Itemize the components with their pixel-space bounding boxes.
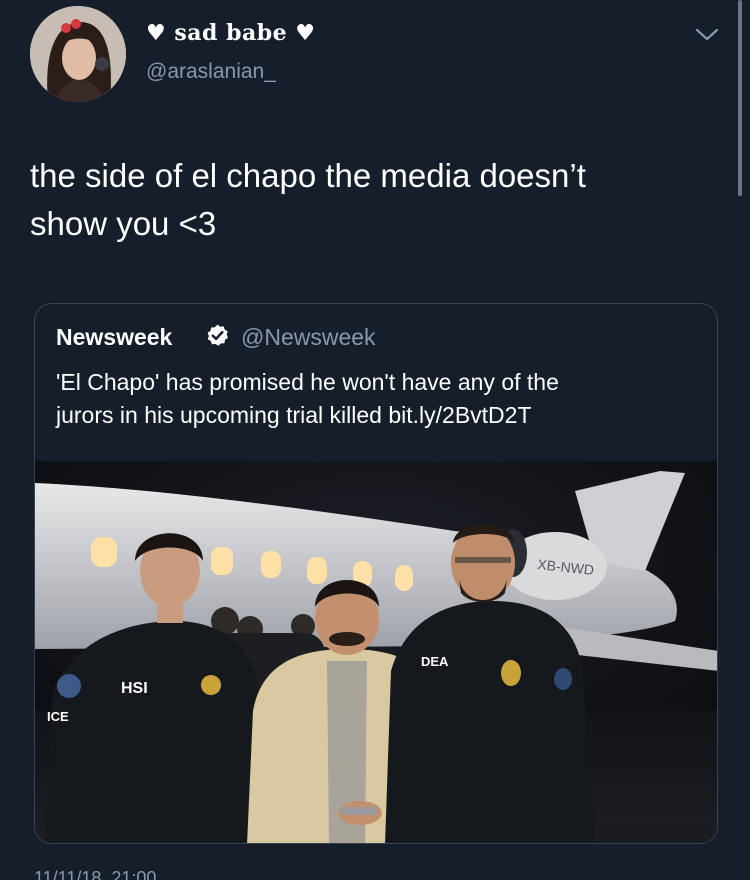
quoted-tweet-card[interactable]: Newsweek @Newsweek 'El Chapo' has promis…: [34, 303, 718, 844]
dea-label: DEA: [421, 654, 449, 669]
tweet-text-line: the side of el chapo the media doesn’t: [30, 157, 586, 194]
avatar[interactable]: [30, 6, 126, 102]
quoted-account-handle[interactable]: @Newsweek: [241, 324, 376, 351]
quoted-account-name[interactable]: Newsweek: [56, 324, 172, 351]
timestamp: 11/11/18, 21:00: [34, 868, 157, 880]
verified-badge-icon: [207, 324, 228, 346]
tweet-text: the side of el chapo the media doesn’t s…: [30, 152, 720, 248]
tweet-screen: ♥ sad babe ♥ @araslanian_ the side of el…: [0, 0, 750, 880]
quoted-text-line: jurors in his upcoming trial killed bit.…: [56, 402, 532, 428]
tweet-photo[interactable]: XB-NWD HSI ICE DEA: [35, 461, 717, 843]
hsi-label: HSI: [121, 680, 148, 697]
user-handle[interactable]: @araslanian_: [146, 60, 276, 84]
quoted-text-line: 'El Chapo' has promised he won't have an…: [56, 369, 559, 395]
scrollbar[interactable]: [738, 0, 742, 196]
ice-label: ICE: [47, 709, 69, 724]
quoted-tweet-text: 'El Chapo' has promised he won't have an…: [56, 366, 706, 432]
chevron-down-icon[interactable]: [694, 26, 720, 44]
tweet-text-line: show you <3: [30, 205, 217, 242]
display-name[interactable]: ♥ sad babe ♥: [146, 20, 315, 46]
